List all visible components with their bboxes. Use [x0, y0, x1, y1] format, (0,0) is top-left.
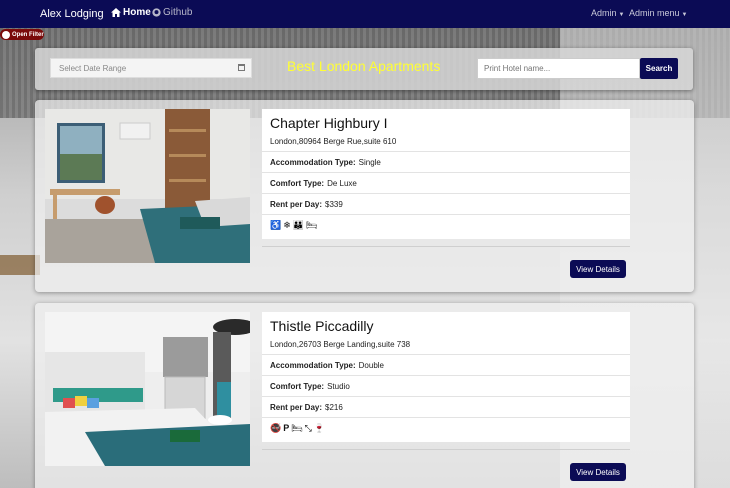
- caret-down-icon: ▼: [618, 12, 625, 18]
- admin-dropdown[interactable]: Admin ▼: [591, 8, 624, 18]
- family-icon: 👪: [292, 219, 304, 230]
- hotel-address: London,80964 Berge Rue,suite 610: [270, 137, 397, 146]
- nav-home-label: Home: [123, 7, 151, 18]
- wheelchair-icon: ♿: [270, 219, 282, 230]
- amenities-row: 🚭 P 🛏 ⤡ 🍷: [262, 417, 630, 438]
- accommodation-value: Single: [358, 157, 381, 167]
- caret-down-icon: ▼: [681, 12, 688, 18]
- hotel-info: Chapter Highbury I London,80964 Berge Ru…: [262, 109, 630, 239]
- comfort-value: De Luxe: [327, 178, 357, 188]
- hotel-photo: [45, 109, 250, 263]
- page-title: Best London Apartments: [287, 58, 441, 74]
- hotel-photo: [45, 312, 250, 466]
- open-filter-label: Open Filter: [12, 31, 44, 38]
- hotel-info: Thistle Piccadilly London,26703 Berge La…: [262, 312, 630, 442]
- toggle-knob-icon: [2, 30, 10, 39]
- accommodation-label: Accommodation Type:: [270, 360, 356, 370]
- search-button[interactable]: Search: [640, 58, 678, 79]
- nav-github-link[interactable]: Github: [152, 7, 192, 18]
- accommodation-label: Accommodation Type:: [270, 157, 356, 167]
- nav-home-link[interactable]: Home: [111, 7, 151, 18]
- rent-row: Rent per Day: $216: [262, 396, 630, 417]
- comfort-row: Comfort Type: De Luxe: [262, 172, 630, 193]
- divider: [262, 449, 630, 450]
- comfort-label: Comfort Type:: [270, 381, 325, 391]
- admin-menu-label: Admin menu: [629, 8, 680, 18]
- view-details-button[interactable]: View Details: [570, 463, 626, 481]
- rent-row: Rent per Day: $339: [262, 193, 630, 214]
- view-details-button[interactable]: View Details: [570, 260, 626, 278]
- github-icon: [152, 8, 161, 17]
- bed-icon: 🛏: [305, 219, 318, 230]
- hotel-name[interactable]: Thistle Piccadilly: [270, 318, 373, 334]
- hotel-name-input[interactable]: [477, 58, 640, 79]
- comfort-row: Comfort Type: Studio: [262, 375, 630, 396]
- hotel-card: Thistle Piccadilly London,26703 Berge La…: [35, 303, 694, 488]
- hotel-name[interactable]: Chapter Highbury I: [270, 115, 388, 131]
- no-smoking-icon: 🚭: [270, 422, 282, 433]
- brand-link[interactable]: Alex Lodging: [40, 8, 104, 20]
- admin-menu-dropdown[interactable]: Admin menu ▼: [629, 8, 687, 18]
- divider: [262, 246, 630, 247]
- arrows-icon: ⤡: [304, 422, 312, 433]
- calendar-icon[interactable]: [238, 64, 245, 71]
- rent-value: $339: [325, 199, 343, 209]
- snowflake-icon: ❄: [283, 219, 291, 230]
- nav-github-label: Github: [163, 7, 193, 18]
- rent-label: Rent per Day:: [270, 199, 323, 209]
- rent-label: Rent per Day:: [270, 402, 323, 412]
- glass-icon: 🍷: [313, 422, 326, 433]
- admin-label: Admin: [591, 8, 617, 18]
- hotel-card: Chapter Highbury I London,80964 Berge Ru…: [35, 100, 694, 292]
- accommodation-row: Accommodation Type: Single: [262, 151, 630, 172]
- hotel-address: London,26703 Berge Landing,suite 738: [270, 340, 411, 349]
- navbar: Alex Lodging Home Github Admin ▼ Admin me…: [0, 0, 730, 28]
- date-range-input[interactable]: Select Date Range: [50, 58, 252, 78]
- search-panel: Select Date Range Best London Apartments…: [35, 48, 693, 90]
- background-shelf: [0, 255, 40, 275]
- home-icon: [111, 8, 121, 17]
- parking-icon: P: [283, 423, 290, 433]
- amenities-row: ♿ ❄ 👪 🛏: [262, 214, 630, 235]
- comfort-label: Comfort Type:: [270, 178, 325, 188]
- rent-value: $216: [325, 402, 343, 412]
- bed-icon: 🛏: [291, 422, 303, 433]
- accommodation-value: Double: [358, 360, 384, 370]
- accommodation-row: Accommodation Type: Double: [262, 354, 630, 375]
- open-filter-toggle[interactable]: Open Filter: [0, 29, 44, 40]
- comfort-value: Studio: [327, 381, 350, 391]
- date-range-placeholder: Select Date Range: [59, 63, 127, 73]
